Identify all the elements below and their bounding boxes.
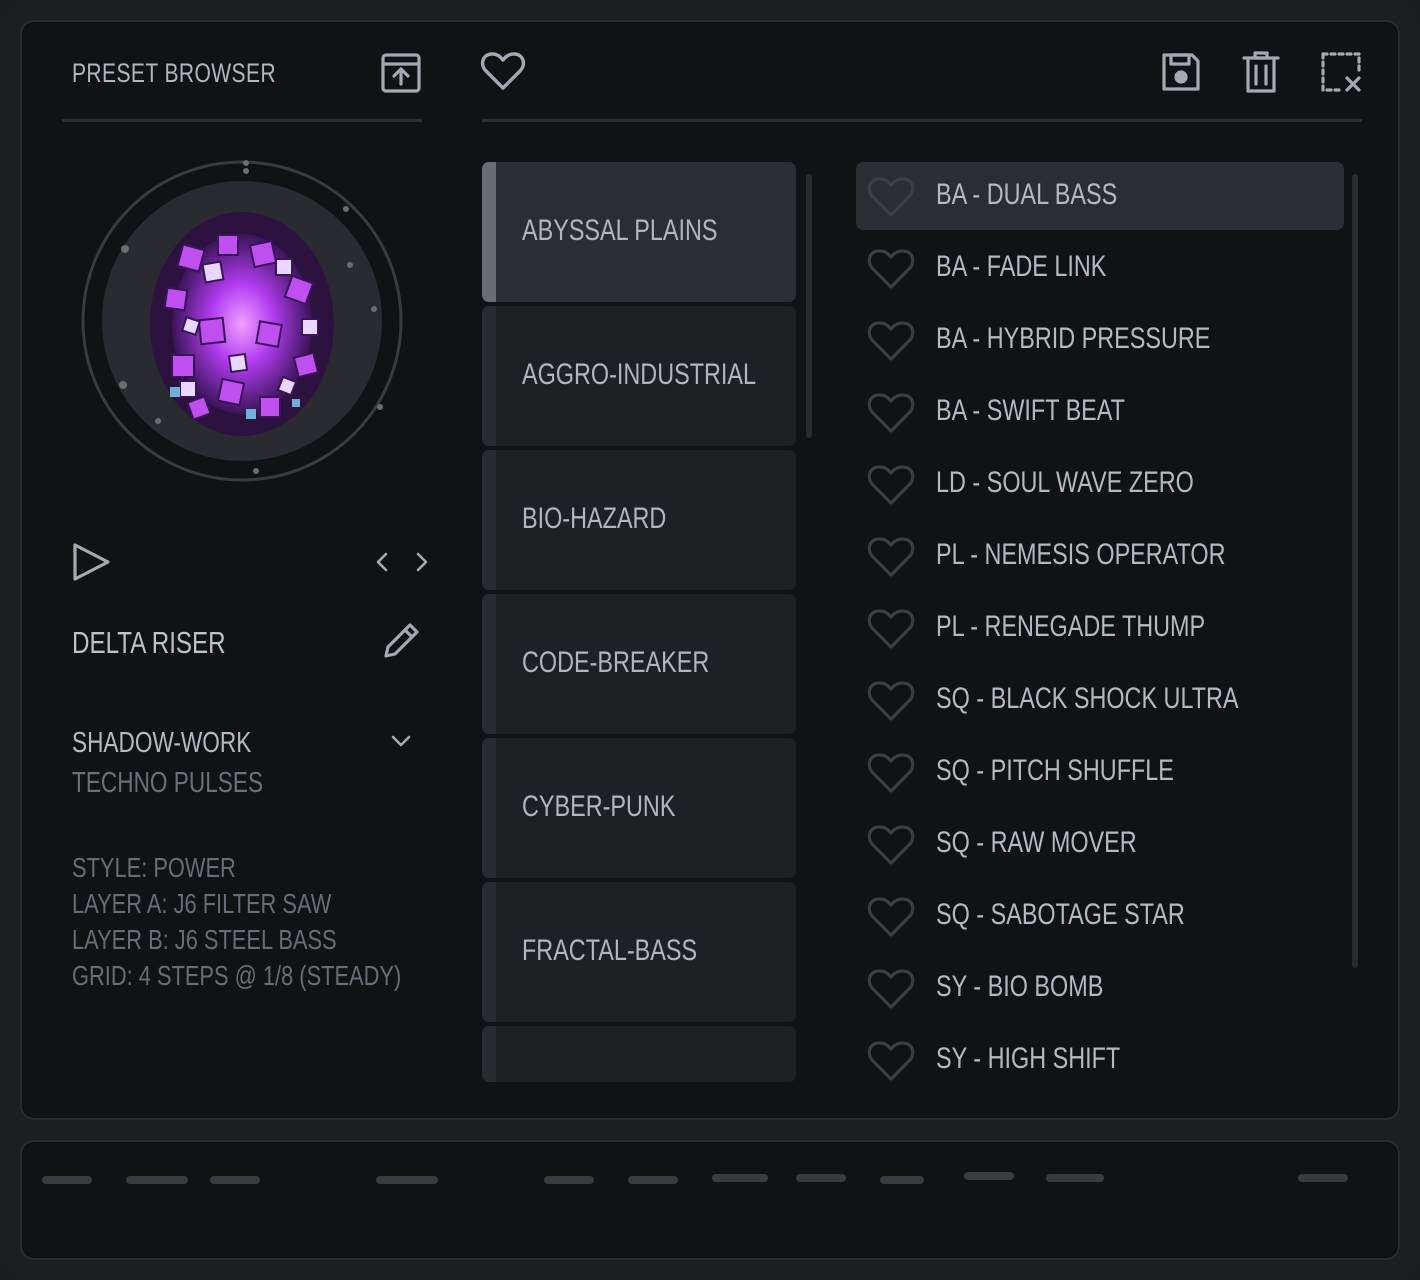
preset-artwork — [80, 159, 404, 483]
preset-row[interactable]: BA - SWIFT BEAT — [856, 378, 1344, 446]
left-header-divider — [62, 119, 422, 122]
bank-item[interactable]: ABYSSAL PLAINS — [482, 162, 796, 302]
favorite-heart-icon[interactable] — [866, 173, 916, 219]
bank-item[interactable]: BIO-HAZARD — [482, 450, 796, 590]
bank-label: CYBER-PUNK — [522, 790, 676, 823]
favorites-filter-heart-icon[interactable] — [478, 47, 528, 95]
edit-pencil-icon[interactable] — [378, 618, 424, 664]
preset-label: BA - HYBRID PRESSURE — [936, 322, 1211, 355]
preset-row[interactable]: SY - BIO BOMB — [856, 954, 1344, 1022]
preset-row[interactable]: PL - NEMESIS OPERATOR — [856, 522, 1344, 590]
favorite-heart-icon[interactable] — [866, 461, 916, 507]
preset-label: SQ - PITCH SHUFFLE — [936, 754, 1174, 787]
favorite-heart-icon[interactable] — [866, 389, 916, 435]
footer-placeholder — [376, 1176, 438, 1184]
preset-label: BA - DUAL BASS — [936, 178, 1118, 211]
footer-placeholder — [544, 1176, 594, 1184]
preset-row[interactable]: PL - RENEGADE THUMP — [856, 594, 1344, 662]
preset-label: LD - SOUL WAVE ZERO — [936, 466, 1194, 499]
current-category: SHADOW-WORK — [72, 727, 252, 759]
footer-placeholder — [42, 1176, 92, 1184]
preset-label: SY - BIO BOMB — [936, 970, 1104, 1003]
preset-label: BA - FADE LINK — [936, 250, 1107, 283]
footer-placeholder — [796, 1174, 846, 1182]
banks-scrollbar[interactable] — [806, 174, 812, 438]
favorite-heart-icon[interactable] — [866, 821, 916, 867]
footer-placeholder — [628, 1176, 678, 1184]
preset-layer-b: LAYER B: J6 STEEL BASS — [72, 924, 337, 955]
footer-placeholder — [712, 1174, 768, 1182]
preset-row[interactable]: SQ - SABOTAGE STAR — [856, 882, 1344, 950]
favorite-heart-icon[interactable] — [866, 893, 916, 939]
bank-label: CODE-BREAKER — [522, 646, 710, 679]
footer-placeholder — [210, 1176, 260, 1184]
preset-row[interactable]: BA - FADE LINK — [856, 234, 1344, 302]
bank-item[interactable]: CODE-BREAKER — [482, 594, 796, 734]
favorite-heart-icon[interactable] — [866, 1037, 916, 1083]
preset-row[interactable]: LD - SOUL WAVE ZERO — [856, 450, 1344, 518]
bank-item[interactable]: AGGRO-INDUSTRIAL — [482, 306, 796, 446]
footer-placeholder — [1046, 1174, 1104, 1182]
bank-label: AGGRO-INDUSTRIAL — [522, 358, 757, 391]
preset-label: SQ - BLACK SHOCK ULTRA — [936, 682, 1239, 715]
favorite-heart-icon[interactable] — [866, 749, 916, 795]
preset-row[interactable]: SY - HIGH SHIFT — [856, 1026, 1344, 1094]
favorite-heart-icon[interactable] — [866, 533, 916, 579]
import-icon[interactable] — [378, 50, 424, 96]
page-title: PRESET BROWSER — [72, 58, 277, 88]
bank-label: ABYSSAL PLAINS — [522, 214, 718, 247]
bank-label: FRACTAL-BASS — [522, 934, 698, 967]
footer-placeholder — [1298, 1174, 1348, 1182]
preset-row[interactable]: BA - DUAL BASS — [856, 162, 1344, 230]
trash-icon[interactable] — [1238, 48, 1284, 96]
bank-item[interactable] — [482, 1026, 796, 1082]
footer-placeholder — [964, 1172, 1014, 1180]
previous-preset-icon[interactable] — [368, 546, 396, 578]
footer-placeholder — [880, 1176, 924, 1184]
main-panel: PRESET BROWSER DELTA RISER SHADOW-WORK T… — [20, 20, 1400, 1120]
preset-grid: GRID: 4 STEPS @ 1/8 (STEADY) — [72, 960, 402, 991]
preset-row[interactable]: BA - HYBRID PRESSURE — [856, 306, 1344, 374]
favorite-heart-icon[interactable] — [866, 965, 916, 1011]
right-header-divider — [482, 119, 1362, 122]
next-preset-icon[interactable] — [408, 546, 436, 578]
favorite-heart-icon[interactable] — [866, 245, 916, 291]
preset-row[interactable]: SQ - RAW MOVER — [856, 810, 1344, 878]
footer-panel — [20, 1140, 1400, 1260]
preset-label: SY - HIGH SHIFT — [936, 1042, 1121, 1075]
play-icon[interactable] — [68, 540, 114, 584]
preset-label: SQ - RAW MOVER — [936, 826, 1137, 859]
chevron-down-icon[interactable] — [386, 728, 416, 754]
footer-placeholder — [126, 1176, 188, 1184]
preset-label: PL - NEMESIS OPERATOR — [936, 538, 1226, 571]
current-subcategory: TECHNO PULSES — [72, 767, 264, 799]
preset-label: PL - RENEGADE THUMP — [936, 610, 1206, 643]
presets-scrollbar[interactable] — [1352, 174, 1358, 968]
preset-row[interactable]: SQ - PITCH SHUFFLE — [856, 738, 1344, 806]
favorite-heart-icon[interactable] — [866, 317, 916, 363]
preset-label: BA - SWIFT BEAT — [936, 394, 1125, 427]
deselect-icon[interactable] — [1318, 48, 1364, 96]
app-window: PRESET BROWSER DELTA RISER SHADOW-WORK T… — [0, 0, 1420, 1280]
save-icon[interactable] — [1158, 48, 1204, 96]
preset-style: STYLE: POWER — [72, 852, 236, 883]
bank-label: BIO-HAZARD — [522, 502, 667, 535]
preset-label: SQ - SABOTAGE STAR — [936, 898, 1185, 931]
preset-row[interactable]: SQ - BLACK SHOCK ULTRA — [856, 666, 1344, 734]
bank-item[interactable]: FRACTAL-BASS — [482, 882, 796, 1022]
favorite-heart-icon[interactable] — [866, 677, 916, 723]
favorite-heart-icon[interactable] — [866, 605, 916, 651]
bank-item[interactable]: CYBER-PUNK — [482, 738, 796, 878]
current-preset-name: DELTA RISER — [72, 625, 226, 660]
preset-layer-a: LAYER A: J6 FILTER SAW — [72, 888, 332, 919]
